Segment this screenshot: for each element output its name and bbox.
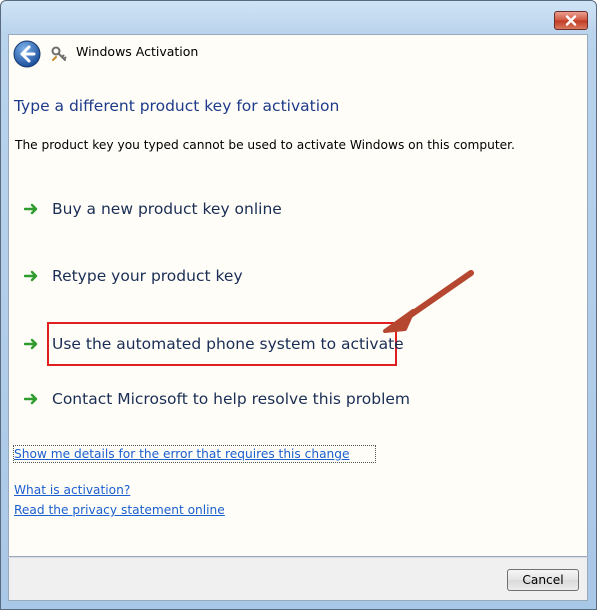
green-arrow-icon	[24, 203, 38, 215]
cancel-button[interactable]: Cancel	[507, 569, 579, 591]
content-panel: Windows Activation Type a different prod…	[8, 34, 588, 557]
back-arrow-icon[interactable]	[12, 39, 42, 69]
privacy-statement-link[interactable]: Read the privacy statement online	[14, 503, 225, 517]
annotation-arrow-icon	[383, 270, 474, 333]
window-title: Windows Activation	[76, 44, 199, 59]
dialog-window: Windows Activation Type a different prod…	[0, 0, 597, 610]
option-contact-microsoft[interactable]: Contact Microsoft to help resolve this p…	[24, 387, 410, 411]
green-arrow-icon	[24, 393, 38, 405]
error-details-link[interactable]: Show me details for the error that requi…	[14, 447, 350, 461]
activation-key-icon	[51, 46, 67, 61]
option-buy-product-key[interactable]: Buy a new product key online	[24, 197, 282, 221]
option-label: Use the automated phone system to activa…	[52, 335, 404, 353]
page-heading: Type a different product key for activat…	[14, 97, 340, 115]
what-is-activation-link[interactable]: What is activation?	[14, 483, 130, 497]
green-arrow-icon	[24, 270, 38, 282]
option-phone-activation[interactable]: Use the automated phone system to activa…	[24, 332, 404, 356]
option-label: Buy a new product key online	[52, 200, 282, 218]
option-retype-product-key[interactable]: Retype your product key	[24, 264, 243, 288]
close-icon	[565, 15, 577, 26]
close-button[interactable]	[554, 11, 588, 30]
option-label: Contact Microsoft to help resolve this p…	[52, 390, 411, 408]
page-description: The product key you typed cannot be used…	[15, 138, 515, 152]
option-label: Retype your product key	[52, 267, 243, 285]
green-arrow-icon	[24, 338, 38, 350]
button-bar: Cancel	[8, 557, 588, 601]
header-row: Windows Activation	[9, 35, 587, 71]
